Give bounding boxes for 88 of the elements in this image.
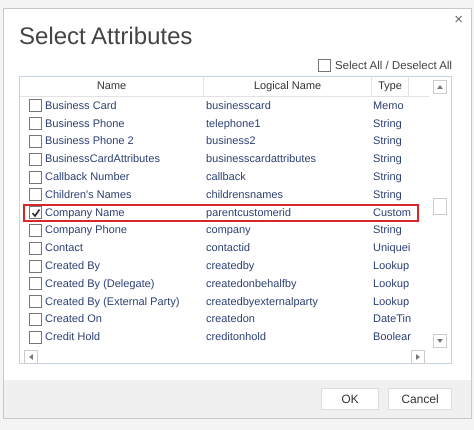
- checkbox[interactable]: [29, 260, 42, 273]
- dialog-title: Select Attributes: [19, 23, 192, 51]
- type-cell-text: Custom: [373, 206, 412, 219]
- logical-name-cell-text: businesscard: [206, 100, 272, 112]
- logical-name-cell-text: creditonhold: [206, 331, 267, 344]
- checkbox[interactable]: [318, 59, 332, 72]
- type-cell-text: Uniquei: [373, 242, 412, 254]
- checkbox[interactable]: [29, 312, 42, 326]
- attribute-row[interactable]: Contact contactid Uniquei: [23, 239, 419, 258]
- checkbox[interactable]: [29, 99, 42, 112]
- name-cell-text: Business Phone 2: [45, 135, 135, 148]
- ok-button[interactable]: OK: [321, 388, 379, 410]
- attribute-row[interactable]: Company Name parentcustomerid Custom: [23, 204, 419, 222]
- attribute-row[interactable]: Created By (Delegate) createdonbehalfby Lookup: [23, 274, 419, 293]
- scroll-up-button[interactable]: [433, 80, 447, 94]
- type-cell-text: String: [373, 118, 403, 130]
- logical-name-cell-text: createdbyexternalparty: [206, 296, 319, 308]
- logical-name-cell-text: createdon: [206, 313, 256, 326]
- attribute-row[interactable]: Created By createdby Lookup: [23, 257, 419, 275]
- attribute-row[interactable]: Credit Hold creditonhold Boolear: [23, 328, 419, 346]
- type-cell-text: Memo: [373, 100, 405, 112]
- type-cell-text: String: [373, 224, 403, 236]
- checkbox[interactable]: [29, 152, 42, 166]
- attribute-row[interactable]: BusinessCardAttributes businesscardattributes String: [23, 150, 419, 168]
- logical-name-cell-text: telephone1: [206, 118, 262, 130]
- name-cell-text: Children's Names: [45, 188, 132, 201]
- scroll-right-button[interactable]: [411, 350, 425, 364]
- down-arrow-icon: [437, 338, 443, 344]
- attribute-row[interactable]: Business Card businesscard Memo: [23, 97, 419, 115]
- type-cell-text: Lookup: [373, 296, 410, 308]
- logical-name-cell-text: business2: [206, 135, 257, 148]
- select-all-label[interactable]: Select All / Deselect All: [335, 60, 452, 72]
- type-cell-text: String: [373, 135, 403, 148]
- cancel-button[interactable]: Cancel: [388, 388, 452, 410]
- name-cell-text: Company Name: [45, 206, 126, 219]
- checkbox[interactable]: [29, 206, 42, 220]
- type-cell-text: Lookup: [373, 260, 410, 272]
- attribute-row[interactable]: Company Phone company String: [23, 222, 419, 240]
- scroll-left-button[interactable]: [24, 350, 38, 364]
- attribute-row[interactable]: Created By (External Party) createdbyexternalparty Lookup: [23, 292, 419, 311]
- right-arrow-icon: [415, 354, 421, 360]
- logical-name-cell-text: company: [206, 224, 252, 236]
- logical-name-cell-text: childrensnames: [206, 188, 284, 201]
- attribute-row[interactable]: Business Phone telephone1 String: [23, 114, 419, 133]
- column-header[interactable]: Name: [20, 77, 204, 96]
- type-cell-text: Boolear: [373, 331, 412, 344]
- logical-name-cell-text: businesscardattributes: [206, 153, 318, 166]
- attribute-row[interactable]: Callback Number callback String: [23, 168, 419, 186]
- logical-name-cell-text: createdby: [206, 260, 256, 272]
- name-cell-text: Created On: [45, 313, 103, 326]
- attribute-row[interactable]: Created On createdon DateTin: [23, 310, 419, 328]
- name-cell-text: Created By: [45, 260, 102, 272]
- checkbox[interactable]: [29, 295, 42, 308]
- name-cell-text: Callback Number: [45, 171, 130, 184]
- type-cell-text: String: [373, 171, 403, 184]
- name-cell-text: Created By (Delegate): [45, 278, 156, 290]
- logical-name-cell-text: parentcustomerid: [206, 206, 292, 219]
- type-cell-text: Lookup: [373, 278, 410, 290]
- name-cell-text: Credit Hold: [45, 331, 102, 344]
- checkbox[interactable]: [29, 277, 42, 290]
- name-cell-text: Business Card: [45, 100, 118, 112]
- checkbox[interactable]: [29, 134, 42, 148]
- name-cell-text: Contact: [45, 242, 84, 254]
- left-arrow-icon: [28, 354, 34, 360]
- checkbox[interactable]: [29, 242, 42, 255]
- logical-name-cell-text: contactid: [206, 242, 252, 254]
- name-cell-text: Company Phone: [45, 224, 128, 236]
- name-cell-text: Business Phone: [45, 118, 126, 130]
- attribute-row[interactable]: Children's Names childrensnames String: [23, 186, 419, 204]
- close-button[interactable]: ×: [454, 11, 463, 28]
- checkbox[interactable]: [29, 117, 42, 130]
- logical-name-cell-text: createdonbehalfby: [206, 278, 298, 290]
- checkbox[interactable]: [29, 188, 42, 202]
- type-cell-text: String: [373, 188, 403, 201]
- scroll-down-button[interactable]: [433, 334, 447, 348]
- scroll-thumb[interactable]: [433, 198, 447, 215]
- type-cell-text: DateTin: [373, 313, 412, 326]
- up-arrow-icon: [437, 84, 443, 90]
- column-header[interactable]: Logical Name: [204, 77, 372, 96]
- attribute-row[interactable]: Business Phone 2 business2 String: [23, 132, 419, 150]
- type-cell-text: String: [373, 153, 403, 166]
- checkbox[interactable]: [29, 170, 42, 184]
- name-cell-text: BusinessCardAttributes: [45, 153, 161, 166]
- logical-name-cell-text: callback: [206, 171, 247, 184]
- checkbox[interactable]: [29, 224, 42, 237]
- checkbox[interactable]: [29, 330, 42, 344]
- column-header[interactable]: Type: [372, 77, 409, 96]
- name-cell-text: Created By (External Party): [45, 296, 180, 308]
